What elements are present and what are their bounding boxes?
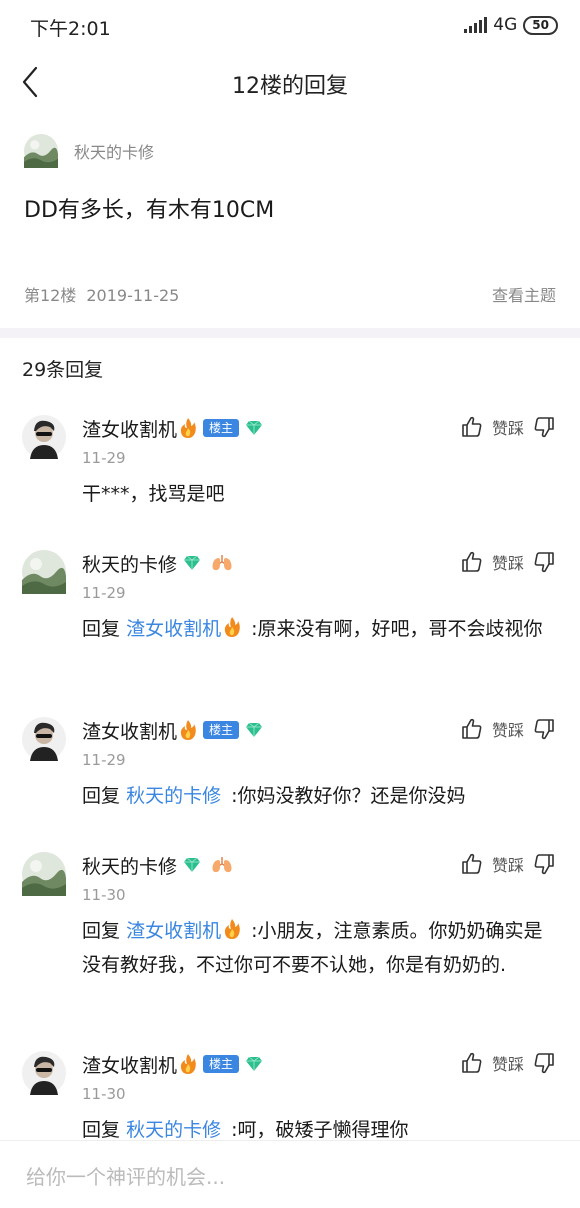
vote-label: 赞踩 — [491, 721, 524, 740]
post-floor: 第12楼 — [24, 286, 77, 305]
comment-date: 11-29 — [82, 751, 126, 769]
vote-label: 赞踩 — [491, 554, 524, 573]
thumbs-up-icon[interactable] — [460, 717, 484, 741]
comment-content: :呵，破矮子懒得理你 — [231, 1119, 409, 1141]
comment-item: 秋天的卡修 11-30 回复 渣女收割机:小朋友，注意素质。你奶奶确实是没有教好… — [0, 852, 580, 1027]
comment-item: 渣女收割机 楼主 11-30 回复 秋天的卡修 :呵，破矮子懒得理你 赞踩 — [0, 1051, 580, 1141]
diamond-icon — [245, 420, 263, 436]
reply-prefix: 回复 — [82, 920, 121, 942]
battery-icon: 50 — [523, 15, 558, 35]
diamond-icon — [183, 555, 201, 571]
vote-label: 赞踩 — [491, 419, 524, 438]
thumbs-up-icon[interactable] — [460, 852, 484, 876]
thumbs-up-icon[interactable] — [460, 1051, 484, 1075]
vote-controls: 赞踩 — [460, 550, 556, 574]
vote-controls: 赞踩 — [460, 415, 556, 439]
post-meta: 第12楼 2019-11-25 — [24, 282, 179, 306]
reply-to-user-link[interactable]: 渣女收割机 — [126, 920, 221, 942]
comment-item: 秋天的卡修 11-29 回复 渣女收割机 :原来没有啊，好吧，哥不会歧视你 赞踩 — [0, 550, 580, 690]
comment-item: 渣女收割机 楼主 11-29 回复 秋天的卡修 :你妈没教好你？还是你没妈 赞踩 — [0, 717, 580, 827]
thumbs-up-icon[interactable] — [460, 415, 484, 439]
fire-icon — [179, 719, 197, 741]
comment-input-bar: 给你一个神评的机会... — [0, 1140, 580, 1208]
vote-controls: 赞踩 — [460, 1051, 556, 1075]
comment-author-name[interactable]: 渣女收割机 — [82, 1051, 177, 1078]
op-badge: 楼主 — [203, 419, 240, 437]
comment-content: 干***，找骂是吧 — [82, 483, 225, 505]
vote-controls: 赞踩 — [460, 717, 556, 741]
comment-author: 秋天的卡修 — [82, 550, 233, 576]
comment-date: 11-30 — [82, 1085, 126, 1103]
comment-text: 回复 渣女收割机:小朋友，注意素质。你奶奶确实是没有教好我，不过你可不要不认她，… — [82, 914, 556, 982]
diamond-icon — [245, 722, 263, 738]
comment-content: :原来没有啊，好吧，哥不会歧视你 — [251, 618, 543, 640]
thumbs-down-icon[interactable] — [532, 717, 556, 741]
comment-item: 渣女收割机 楼主 11-29 干***，找骂是吧 赞踩 — [0, 415, 580, 525]
post-author[interactable]: 秋天的卡修 — [24, 134, 154, 168]
thumbs-down-icon[interactable] — [532, 550, 556, 574]
status-bar: 下午2:01 4G 50 — [0, 0, 580, 52]
avatar[interactable] — [22, 852, 66, 896]
comment-date: 11-29 — [82, 449, 126, 467]
thumbs-up-icon[interactable] — [460, 550, 484, 574]
comment-author-name[interactable]: 渣女收割机 — [82, 717, 177, 744]
reply-to-user-link[interactable]: 渣女收割机 — [126, 618, 221, 640]
lung-icon — [211, 856, 233, 874]
vote-controls: 赞踩 — [460, 852, 556, 876]
comment-text: 干***，找骂是吧 — [82, 477, 556, 511]
comment-author-name[interactable]: 秋天的卡修 — [82, 852, 177, 879]
view-topic-link[interactable]: 查看主题 — [492, 282, 556, 306]
thumbs-down-icon[interactable] — [532, 852, 556, 876]
fire-icon — [179, 1053, 197, 1075]
original-post: 秋天的卡修 DD有多长，有木有10CM 第12楼 2019-11-25 查看主题 — [0, 112, 580, 328]
reply-to-user-link[interactable]: 秋天的卡修 — [126, 785, 221, 807]
thumbs-down-icon[interactable] — [532, 415, 556, 439]
comment-input[interactable]: 给你一个神评的机会... — [26, 1161, 225, 1190]
post-date: 2019-11-25 — [86, 286, 180, 305]
comment-author: 秋天的卡修 — [82, 852, 233, 878]
comment-author: 渣女收割机 楼主 — [82, 717, 263, 743]
reply-to-user-link[interactable]: 秋天的卡修 — [126, 1119, 221, 1141]
vote-label: 赞踩 — [491, 1055, 524, 1074]
post-author-name[interactable]: 秋天的卡修 — [74, 139, 154, 163]
fire-icon — [179, 417, 197, 439]
section-divider — [0, 328, 580, 338]
avatar[interactable] — [22, 1051, 66, 1095]
comment-date: 11-29 — [82, 584, 126, 602]
post-content: DD有多长，有木有10CM — [24, 198, 275, 223]
fire-icon — [223, 918, 241, 940]
op-badge: 楼主 — [203, 721, 240, 739]
vote-label: 赞踩 — [491, 856, 524, 875]
reply-prefix: 回复 — [82, 618, 121, 640]
comment-author-name[interactable]: 秋天的卡修 — [82, 550, 177, 577]
fire-icon — [223, 616, 241, 638]
comment-author: 渣女收割机 楼主 — [82, 415, 263, 441]
comment-author: 渣女收割机 楼主 — [82, 1051, 263, 1077]
thumbs-down-icon[interactable] — [532, 1051, 556, 1075]
comment-date: 11-30 — [82, 886, 126, 904]
network-type: 4G — [493, 15, 518, 35]
op-badge: 楼主 — [203, 1055, 240, 1073]
reply-prefix: 回复 — [82, 785, 121, 807]
comment-text: 回复 渣女收割机 :原来没有啊，好吧，哥不会歧视你 — [82, 612, 556, 646]
signal-icon — [464, 17, 488, 33]
avatar[interactable] — [22, 550, 66, 594]
avatar[interactable] — [24, 134, 58, 168]
diamond-icon — [183, 857, 201, 873]
status-indicators: 4G 50 — [464, 15, 558, 35]
comment-author-name[interactable]: 渣女收割机 — [82, 415, 177, 442]
comment-text: 回复 秋天的卡修 :你妈没教好你？还是你没妈 — [82, 779, 556, 813]
avatar[interactable] — [22, 415, 66, 459]
page-title: 12楼的回复 — [232, 74, 348, 99]
reply-count: 29条回复 — [22, 359, 104, 381]
avatar[interactable] — [22, 717, 66, 761]
comment-content: :你妈没教好你？还是你没妈 — [231, 785, 466, 807]
lung-icon — [211, 554, 233, 572]
diamond-icon — [245, 1056, 263, 1072]
status-time: 下午2:01 — [30, 18, 111, 40]
reply-prefix: 回复 — [82, 1119, 121, 1141]
nav-bar: 12楼的回复 — [0, 52, 580, 112]
